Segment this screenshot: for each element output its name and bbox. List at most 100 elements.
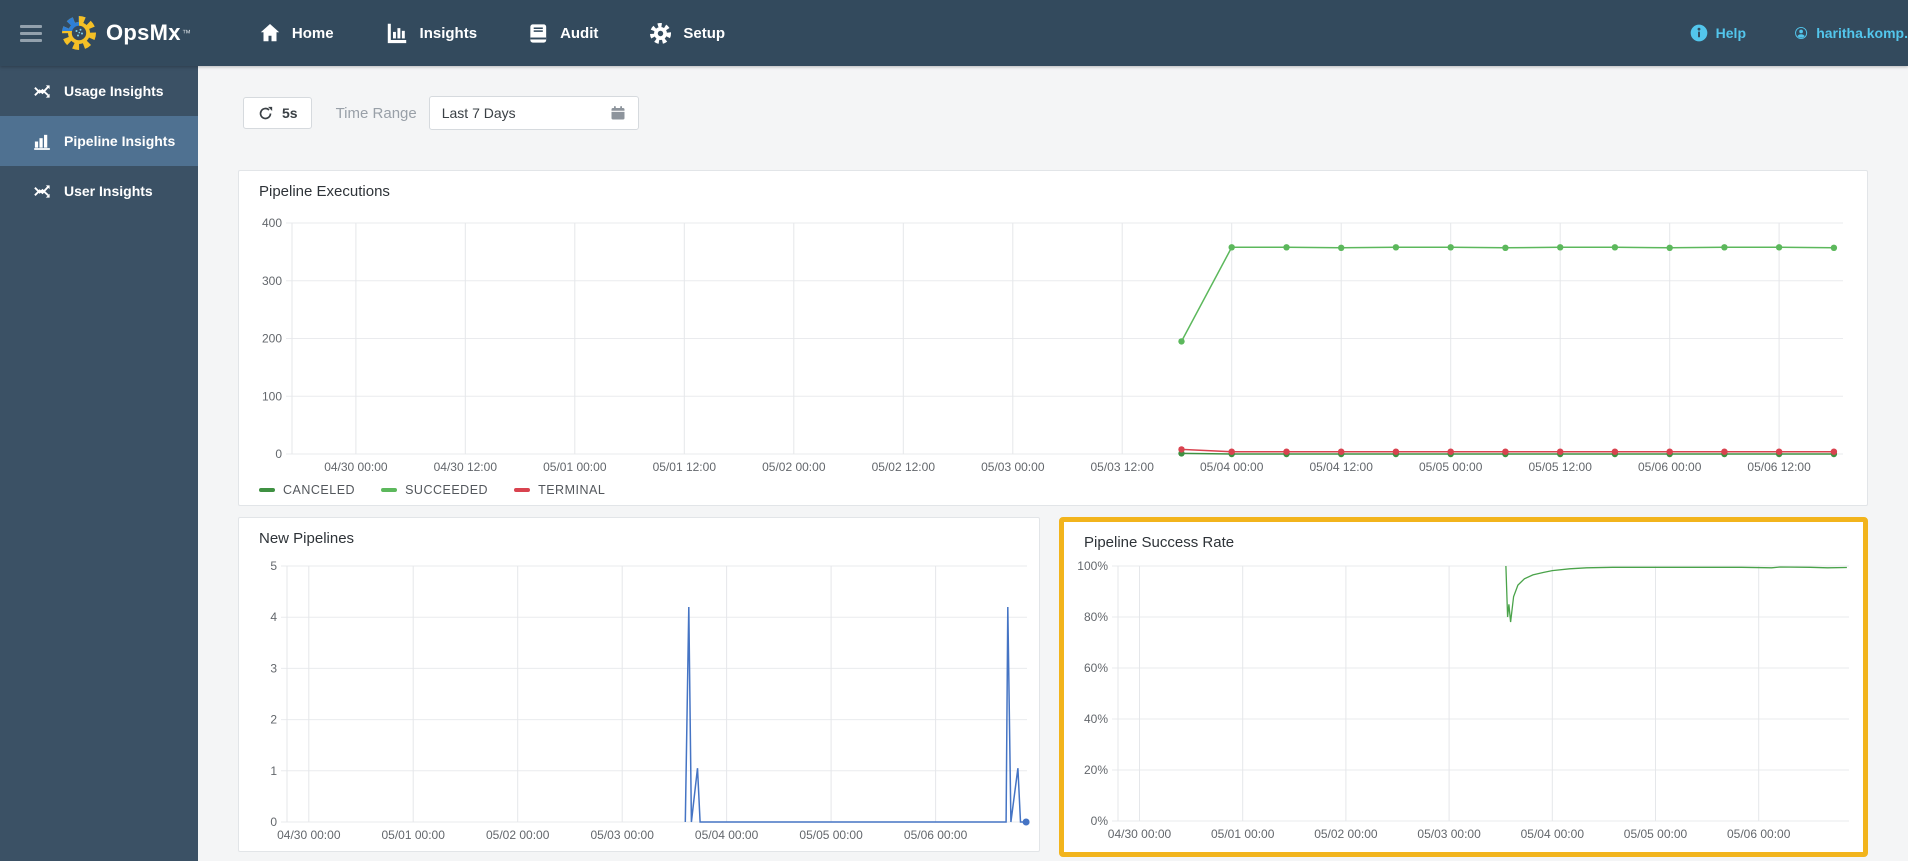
svg-text:04/30 12:00: 04/30 12:00 — [434, 460, 498, 474]
sidebar-item-usage-insights[interactable]: Usage Insights — [0, 66, 198, 116]
pipeline-executions-chart: 0 100 200 300 400 04/30 00:00 04/30 12:00 05/01… — [247, 207, 1861, 489]
svg-text:05/02 00:00: 05/02 00:00 — [486, 828, 550, 842]
main-nav: Home Insights Audit Setup — [233, 0, 750, 66]
nav-label: Audit — [560, 24, 599, 42]
new-pipelines-title: New Pipelines — [259, 530, 355, 547]
nav-item-home[interactable]: Home — [233, 0, 359, 66]
legend-label: TERMINAL — [538, 483, 606, 497]
svg-text:05/06 12:00: 05/06 12:00 — [1747, 460, 1811, 474]
time-range-value: Last 7 Days — [441, 105, 516, 121]
svg-text:05/01 00:00: 05/01 00:00 — [1211, 827, 1275, 841]
refresh-interval-label: 5s — [282, 105, 298, 121]
setup-gear-icon — [650, 22, 672, 44]
sidebar-item-user-insights[interactable]: User Insights — [0, 166, 198, 216]
svg-text:05/06 00:00: 05/06 00:00 — [1727, 827, 1791, 841]
svg-text:05/03 12:00: 05/03 12:00 — [1090, 460, 1154, 474]
legend-item[interactable]: SUCCEEDED — [381, 483, 488, 497]
logo-trademark: ™ — [181, 28, 191, 38]
svg-text:05/04 12:00: 05/04 12:00 — [1309, 460, 1373, 474]
legend-item[interactable]: CANCELED — [259, 483, 355, 497]
nav-label: Insights — [419, 24, 478, 42]
sidebar-item-label: Pipeline Insights — [64, 133, 176, 149]
legend-swatch — [381, 488, 398, 492]
chart-legend: CANCELED SUCCEEDED TERMINAL — [259, 483, 605, 497]
refresh-interval-button[interactable]: 5s — [243, 97, 312, 129]
svg-text:05/05 00:00: 05/05 00:00 — [799, 828, 863, 842]
svg-text:3: 3 — [270, 661, 277, 675]
svg-text:05/03 00:00: 05/03 00:00 — [1417, 827, 1481, 841]
svg-text:0%: 0% — [1091, 814, 1109, 828]
help-button[interactable]: Help — [1689, 23, 1746, 43]
svg-text:05/05 00:00: 05/05 00:00 — [1624, 827, 1688, 841]
svg-text:05/02 00:00: 05/02 00:00 — [1314, 827, 1378, 841]
nav-item-setup[interactable]: Setup — [623, 0, 750, 66]
sidebar: Usage Insights Pipeline Insights User In… — [0, 66, 198, 861]
svg-text:0: 0 — [270, 815, 277, 829]
nav-label: Setup — [683, 24, 726, 42]
svg-text:04/30 00:00: 04/30 00:00 — [277, 828, 341, 842]
svg-text:05/01 00:00: 05/01 00:00 — [381, 828, 445, 842]
svg-text:300: 300 — [262, 274, 282, 288]
user-avatar-icon — [1795, 26, 1808, 40]
new-pipelines-card: New Pipelines 0 1 2 3 4 5 04/30 00:00 05/01 00:… — [238, 517, 1040, 852]
audit-book-icon — [530, 23, 547, 43]
time-range-select[interactable]: Last 7 Days — [428, 96, 639, 130]
legend-item[interactable]: TERMINAL — [514, 483, 605, 497]
legend-swatch — [259, 488, 275, 492]
svg-text:05/03 00:00: 05/03 00:00 — [981, 460, 1045, 474]
svg-text:05/04 00:00: 05/04 00:00 — [1200, 460, 1264, 474]
svg-text:60%: 60% — [1084, 661, 1108, 675]
svg-text:05/02 12:00: 05/02 12:00 — [872, 460, 936, 474]
svg-text:1: 1 — [270, 764, 277, 778]
time-range-label: Time Range — [335, 104, 417, 122]
svg-text:05/04 00:00: 05/04 00:00 — [695, 828, 759, 842]
opsmx-logo[interactable]: OpsMx ™ — [60, 14, 191, 52]
user-insights-icon — [34, 184, 50, 198]
pipeline-executions-card: Pipeline Executions 0 100 200 300 400 04/30 0… — [238, 170, 1868, 506]
nav-label: Home — [291, 24, 334, 42]
svg-text:05/06 00:00: 05/06 00:00 — [904, 828, 968, 842]
nav-item-insights[interactable]: Insights — [359, 0, 503, 66]
legend-swatch — [514, 488, 531, 492]
svg-text:400: 400 — [262, 216, 282, 230]
svg-text:100: 100 — [262, 389, 282, 403]
legend-label: CANCELED — [283, 483, 356, 497]
nav-item-audit[interactable]: Audit — [502, 0, 623, 66]
svg-text:04/30 00:00: 04/30 00:00 — [324, 460, 388, 474]
bar-chart-icon — [387, 23, 406, 44]
svg-text:200: 200 — [262, 332, 282, 346]
topbar-right: Help haritha.komp. — [1689, 21, 1908, 45]
info-icon — [1690, 24, 1707, 42]
home-icon — [260, 24, 280, 42]
svg-text:80%: 80% — [1084, 610, 1108, 624]
svg-text:05/04 00:00: 05/04 00:00 — [1521, 827, 1585, 841]
toolbar: 5s Time Range Last 7 Days — [243, 96, 639, 130]
sidebar-item-pipeline-insights[interactable]: Pipeline Insights — [0, 116, 198, 166]
username-label: haritha.komp. — [1816, 25, 1908, 41]
svg-text:05/03 00:00: 05/03 00:00 — [590, 828, 654, 842]
new-pipelines-chart: 0 1 2 3 4 5 04/30 00:00 05/01 00:00 05/02 00:00 0… — [247, 552, 1033, 849]
svg-text:05/06 00:00: 05/06 00:00 — [1638, 460, 1702, 474]
pipeline-success-rate-chart: 0% 20% 40% 60% 80% 100% 04/30 00:00 05/01 00:00… — [1072, 556, 1855, 848]
svg-text:2: 2 — [270, 713, 277, 727]
refresh-icon — [259, 106, 273, 119]
sidebar-item-label: User Insights — [64, 183, 153, 199]
svg-text:05/05 12:00: 05/05 12:00 — [1528, 460, 1592, 474]
svg-text:05/05 00:00: 05/05 00:00 — [1419, 460, 1483, 474]
svg-text:05/01 12:00: 05/01 12:00 — [653, 460, 717, 474]
main-content: 5s Time Range Last 7 Days Pipeline Execu… — [198, 66, 1908, 861]
svg-text:05/01 00:00: 05/01 00:00 — [543, 460, 607, 474]
svg-text:05/02 00:00: 05/02 00:00 — [762, 460, 826, 474]
help-label: Help — [1715, 25, 1746, 41]
svg-text:04/30 00:00: 04/30 00:00 — [1108, 827, 1172, 841]
legend-label: SUCCEEDED — [405, 483, 489, 497]
hamburger-menu-icon[interactable] — [20, 21, 44, 46]
sidebar-item-label: Usage Insights — [64, 83, 164, 99]
top-navigation-bar: OpsMx ™ Home Insights Audit Setup Help h… — [0, 0, 1908, 66]
usage-insights-icon — [34, 84, 50, 98]
pipeline-executions-title: Pipeline Executions — [259, 183, 390, 200]
svg-text:100%: 100% — [1077, 559, 1108, 573]
pipeline-success-rate-title: Pipeline Success Rate — [1084, 534, 1235, 551]
user-menu[interactable]: haritha.komp. — [1794, 21, 1908, 45]
svg-text:4: 4 — [270, 610, 277, 624]
